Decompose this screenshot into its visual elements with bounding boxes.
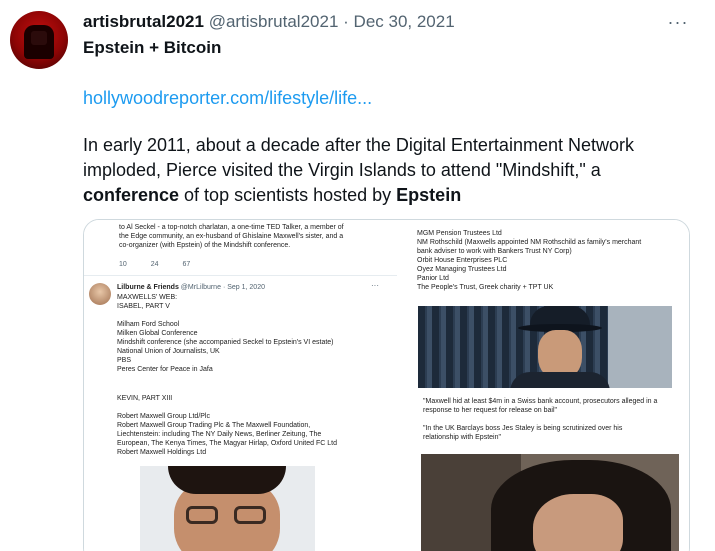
media-image-1[interactable]: to Al Seckel - a top-notch charlatan, a … [84,220,397,388]
panel3-line: European, The Kenya Times, The Magyar Hi… [117,440,337,447]
engagement-stats: 10 24 67 [119,260,212,269]
panel1-line: the Edge community, an ex-husband of Ghi… [119,233,344,240]
panel4-line: response to her request for release on b… [423,407,558,414]
quoted-line: MAXWELLS' WEB: [117,294,178,301]
quoted-name: Lilburne & Friends [117,284,179,291]
panel3-line: KEVIN, PART XIII [117,395,173,402]
quoted-date: Sep 1, 2020 [227,284,265,291]
body-part-1: In early 2011, about a decade after the … [83,135,634,180]
body-bold-2: Epstein [396,185,462,205]
panel2-line: MGM Pension Trustees Ltd [417,230,502,237]
quoted-handle: @MrLilburne [180,284,221,291]
media-grid[interactable]: to Al Seckel - a top-notch charlatan, a … [83,219,690,551]
tweet-body: In early 2011, about a decade after the … [83,133,683,208]
separator-dot: · [343,12,349,31]
body-part-2: of top scientists hosted by [179,185,397,205]
panel2-line: NM Rothschild (Maxwells appointed NM Rot… [417,239,642,246]
panel2-line: The People's Trust, Greek charity + TPT … [417,284,554,291]
photo-coat [510,372,610,388]
photo-building [608,306,672,388]
retweet-count: 24 [150,261,159,268]
photo-man-with-glasses [140,466,315,551]
body-bold-1: conference [83,185,180,205]
photo-glasses-right [234,506,266,524]
panel2-text: MGM Pension Trustees Ltd NM Rothschild (… [417,229,641,292]
panel3-text: KEVIN, PART XIII Robert Maxwell Group Lt… [117,394,337,457]
quoted-line [117,311,334,320]
panel2-line: Oyez Managing Trustees Ltd [417,266,507,273]
panel2-line: bank adviser to work with Bankers Trust … [417,248,572,255]
quoted-line: PBS [117,357,132,364]
panel1-line: to Al Seckel - a top-notch charlatan, a … [119,224,344,231]
panel4-line: "Maxwell hid at least $4m in a Swiss ban… [423,398,658,405]
photo-hair [168,466,286,494]
media-divider-horizontal [84,388,689,391]
tweet-date[interactable]: Dec 30, 2021 [354,12,455,31]
panel4-line: "In the UK Barclays boss Jes Staley is b… [423,425,623,432]
quoted-line: Milham Ford School [117,321,180,328]
more-horizontal-icon[interactable]: ··· [666,12,690,32]
panel2-line: Panior Ltd [417,275,449,282]
article-link[interactable]: hollywoodreporter.com/lifestyle/life... [83,87,372,109]
quoted-line: Milken Global Conference [117,330,198,337]
tweet-header: artisbrutal2021 @artisbrutal2021 · Dec 3… [83,11,455,33]
quoted-line: Mindshift conference (she accompanied Se… [117,339,334,346]
panel4-line [423,415,657,424]
quoted-more-icon: ··· [371,281,379,290]
photo-glasses-left [186,506,218,524]
user-handle[interactable]: @artisbrutal2021 [209,12,339,31]
media-image-4[interactable]: "Maxwell hid at least $4m in a Swiss ban… [400,391,689,551]
panel3-line: Robert Maxwell Holdings Ltd [117,449,207,456]
quoted-separator: · [222,284,226,291]
panel3-line: Liechtenstein: including The NY Daily Ne… [117,431,322,438]
panel1-line: co-organizer (with Epstein) of the Minds… [119,242,291,249]
panel1-text: to Al Seckel - a top-notch charlatan, a … [119,223,344,250]
panel3-line: Robert Maxwell Group Trading Plc & The M… [117,422,311,429]
display-name[interactable]: artisbrutal2021 [83,12,204,31]
photo-woman [421,454,679,551]
avatar[interactable] [10,11,68,69]
panel3-line [117,403,337,412]
panel3-line: Robert Maxwell Group Ltd/Plc [117,413,210,420]
divider [84,275,397,276]
panel4-line: relationship with Epstein" [423,434,501,441]
tweet-title: Epstein + Bitcoin [83,38,222,57]
media-image-2[interactable]: MGM Pension Trustees Ltd NM Rothschild (… [400,220,689,388]
media-divider-vertical [397,220,400,551]
avatar-face [31,31,47,45]
quoted-text: MAXWELLS' WEB: ISABEL, PART V Milham For… [117,293,334,374]
quoted-line: Peres Center for Peace in Jafa [117,366,213,373]
reply-count: 10 [119,261,127,268]
like-count: 67 [182,261,191,268]
quoted-line: ISABEL, PART V [117,303,170,310]
photo-man-in-hat [418,306,672,388]
media-image-3[interactable]: KEVIN, PART XIII Robert Maxwell Group Lt… [84,391,397,551]
photo-face [533,494,623,551]
quoted-line: National Union of Journalists, UK [117,348,220,355]
panel4-text: "Maxwell hid at least $4m in a Swiss ban… [423,397,657,442]
quoted-avatar [89,283,111,305]
panel2-line: Orbit House Enterprises PLC [417,257,508,264]
quoted-header: Lilburne & Friends @MrLilburne · Sep 1, … [117,283,265,292]
